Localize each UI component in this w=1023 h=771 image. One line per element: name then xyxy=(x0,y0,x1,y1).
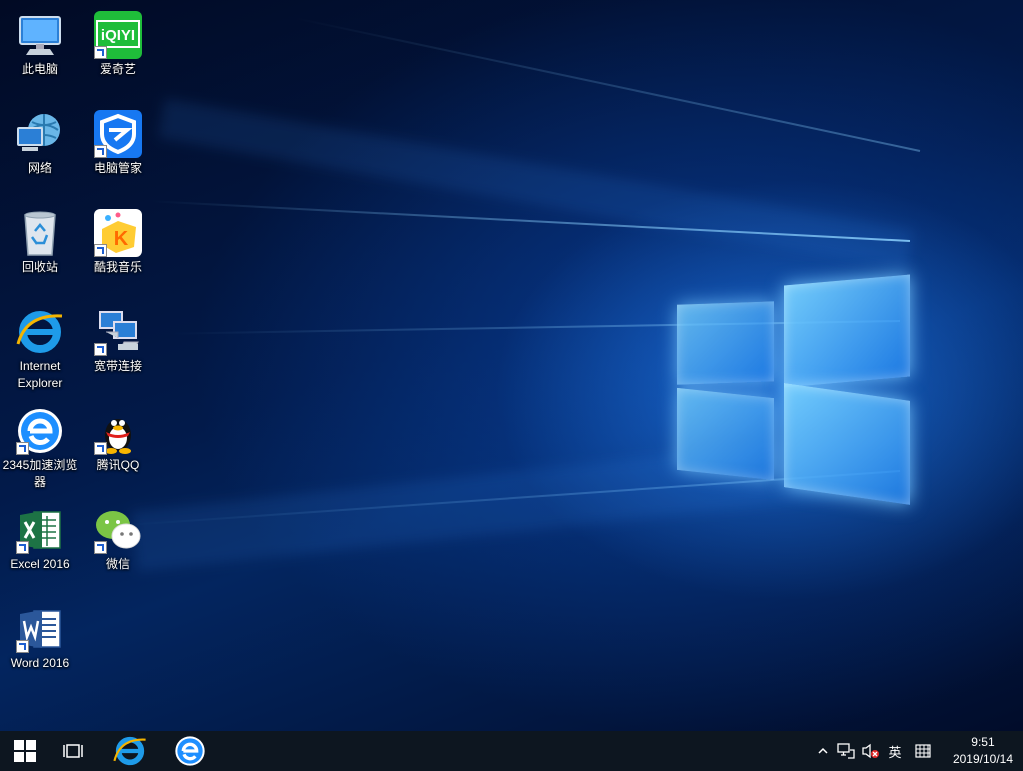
windows-logo-pane xyxy=(677,387,774,481)
shortcut-arrow-icon xyxy=(94,46,107,59)
broadband-connection-icon xyxy=(94,308,142,356)
recycle-bin-icon xyxy=(16,209,64,257)
2345-browser-icon xyxy=(175,736,205,766)
windows-logo-pane xyxy=(784,274,910,388)
shortcut-arrow-icon xyxy=(16,640,29,653)
shortcut-arrow-icon xyxy=(94,145,107,158)
desktop-icon-iqiyi[interactable]: iQIYI 爱奇艺 xyxy=(79,11,157,78)
tray-network-button[interactable] xyxy=(835,731,857,771)
desktop-icon-kuwo-music[interactable]: K 酷我音乐 xyxy=(79,209,157,276)
pc-manager-icon xyxy=(94,110,142,158)
desktop-icon-pc-manager[interactable]: 电脑管家 xyxy=(79,110,157,177)
shortcut-arrow-icon xyxy=(16,541,29,554)
taskbar-app-internet-explorer[interactable] xyxy=(104,731,156,771)
task-view-icon xyxy=(63,744,83,758)
shortcut-arrow-icon xyxy=(94,541,107,554)
qq-icon xyxy=(94,407,142,455)
desktop-wallpaper[interactable]: 此电脑 网络 回收站 Internet Explorer 2345加速浏览器 E… xyxy=(0,0,1023,731)
desktop-icon-network[interactable]: 网络 xyxy=(1,110,79,177)
2345-browser-icon xyxy=(16,407,64,455)
tray-ime-language[interactable]: 英 xyxy=(884,731,906,771)
clock-date: 2019/10/14 xyxy=(952,752,1013,766)
windows-start-icon xyxy=(14,740,36,762)
network-status-icon xyxy=(837,743,855,759)
windows-logo-pane xyxy=(784,383,910,505)
excel-icon xyxy=(16,506,64,554)
kuwo-music-icon: K xyxy=(94,209,142,257)
shortcut-arrow-icon xyxy=(94,343,107,356)
clock-time: 9:51 xyxy=(971,735,995,749)
taskbar: 英 9:51 2019/10/14 xyxy=(0,731,1023,771)
windows-logo-pane xyxy=(677,301,774,385)
desktop-icon-wechat[interactable]: 微信 xyxy=(79,506,157,573)
volume-muted-icon xyxy=(862,743,879,759)
chevron-up-icon xyxy=(818,747,828,754)
ime-mode-icon xyxy=(915,744,931,758)
svg-text:K: K xyxy=(114,228,129,250)
internet-explorer-icon xyxy=(113,736,146,766)
desktop-icon-excel[interactable]: Excel 2016 xyxy=(1,506,79,573)
desktop-icon-internet-explorer[interactable]: Internet Explorer xyxy=(1,308,79,392)
internet-explorer-icon xyxy=(16,308,64,356)
desktop-icon-qq[interactable]: 腾讯QQ xyxy=(79,407,157,474)
wechat-icon xyxy=(94,506,142,554)
tray-volume-button[interactable] xyxy=(859,731,881,771)
word-icon xyxy=(16,605,64,653)
this-pc-icon xyxy=(16,11,64,59)
shortcut-arrow-icon xyxy=(16,442,29,455)
iqiyi-icon: iQIYI xyxy=(94,11,142,59)
desktop-icon-broadband[interactable]: 宽带连接 xyxy=(79,308,157,375)
desktop-icon-word[interactable]: Word 2016 xyxy=(1,605,79,672)
taskbar-app-2345-browser[interactable] xyxy=(164,731,216,771)
shortcut-arrow-icon xyxy=(94,244,107,257)
desktop-icon-recycle-bin[interactable]: 回收站 xyxy=(1,209,79,276)
network-icon xyxy=(16,110,64,158)
desktop-icon-2345-browser[interactable]: 2345加速浏览器 xyxy=(1,407,79,491)
tray-overflow-button[interactable] xyxy=(814,731,832,771)
taskbar-clock[interactable]: 9:51 2019/10/14 xyxy=(953,734,1013,768)
desktop-icon-this-pc[interactable]: 此电脑 xyxy=(1,11,79,78)
svg-text:iQIYI: iQIYI xyxy=(101,27,135,44)
task-view-button[interactable] xyxy=(50,731,96,771)
start-button[interactable] xyxy=(0,731,50,771)
tray-ime-mode-button[interactable] xyxy=(912,731,934,771)
shortcut-arrow-icon xyxy=(94,442,107,455)
